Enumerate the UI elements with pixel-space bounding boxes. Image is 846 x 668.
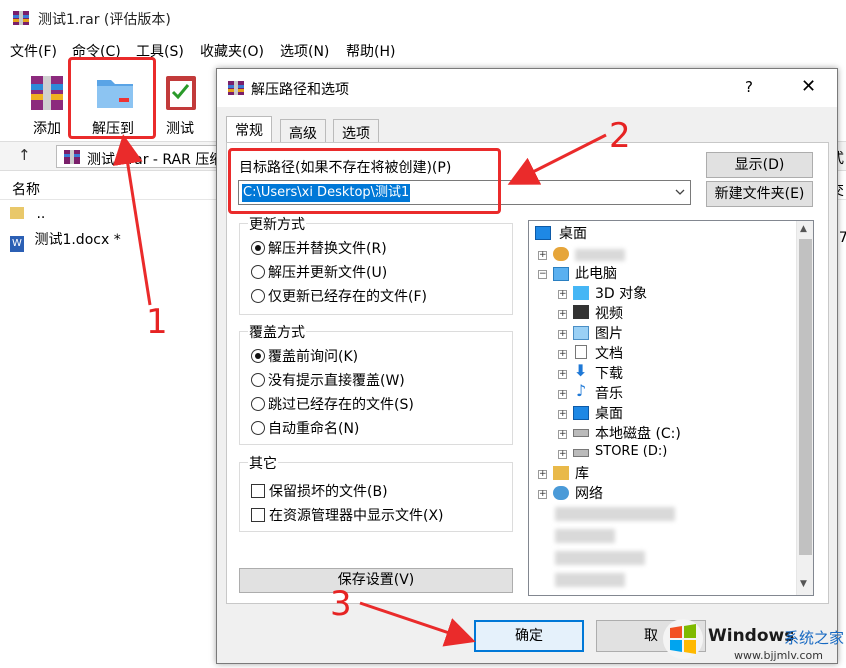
annotation-arrows: [112, 133, 607, 647]
annotation-number-2: 2: [609, 116, 631, 156]
watermark: Windows 系统之家 www.bjjmlv.com: [648, 612, 846, 668]
windows-logo-icon: [663, 619, 703, 659]
annotation-number-3: 3: [330, 584, 352, 624]
annotation-number-1: 1: [146, 302, 168, 342]
